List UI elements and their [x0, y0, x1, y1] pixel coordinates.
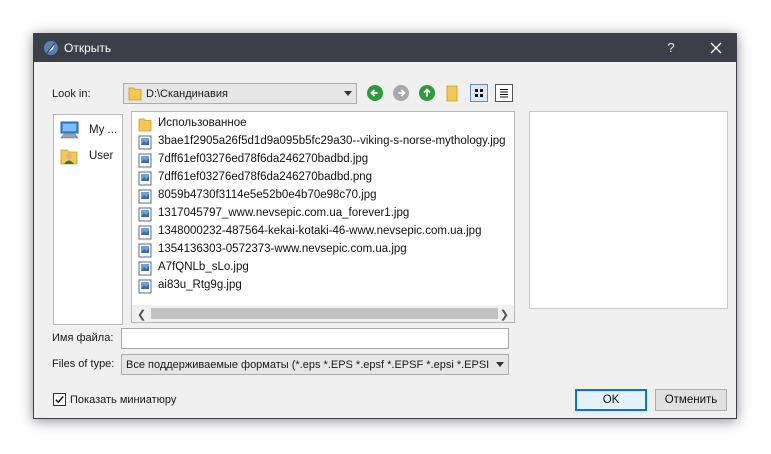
open-file-dialog: Открыть ? Look in: D:\Скандинавия My ...… — [33, 33, 737, 419]
back-arrow-icon — [367, 85, 383, 101]
window-title: Открыть — [64, 41, 112, 55]
filename-label: Имя файла: — [52, 332, 114, 344]
sidebar-item-my-computer[interactable]: My ... — [59, 118, 121, 144]
forward-button[interactable] — [392, 84, 410, 102]
look-in-label: Look in: — [52, 88, 91, 100]
file-name: 1348000232-487564-kekai-kotaki-46-www.ne… — [158, 225, 482, 237]
file-name: 3bae1f2905a26f5d1d9a095b5fc29a30--viking… — [158, 135, 506, 147]
image-file-icon — [138, 152, 152, 168]
sidebar-item-label: My ... — [89, 124, 118, 136]
scroll-left-icon[interactable]: ❮ — [137, 308, 146, 321]
image-file-icon — [138, 224, 152, 240]
help-button[interactable]: ? — [662, 38, 680, 58]
up-arrow-icon — [419, 85, 435, 101]
places-sidebar: My ... User — [53, 114, 123, 325]
filetype-value: Все поддерживаемые форматы (*.eps *.EPS … — [126, 359, 490, 371]
look-in-combo[interactable]: D:\Скандинавия — [123, 83, 357, 104]
folder-icon — [138, 116, 152, 132]
checkmark-icon — [55, 396, 64, 404]
computer-icon — [59, 120, 81, 140]
image-file-icon — [138, 260, 152, 276]
detail-view-button[interactable] — [495, 84, 513, 102]
filetype-select[interactable]: Все поддерживаемые форматы (*.eps *.EPS … — [121, 354, 509, 375]
filename-input[interactable] — [121, 328, 509, 349]
image-file-icon — [138, 134, 152, 150]
app-quill-icon — [43, 40, 59, 56]
filetype-label: Files of type: — [52, 358, 115, 370]
image-file-icon — [138, 242, 152, 258]
grid-view-icon — [475, 89, 483, 97]
file-name: 7dff61ef03276ed78f6da246270badbd.png — [158, 171, 373, 183]
horizontal-scrollbar[interactable]: ❮ ❯ — [132, 305, 514, 322]
file-name: Использованное — [158, 117, 247, 129]
new-folder-icon — [446, 85, 458, 102]
image-file-icon — [138, 278, 152, 294]
forward-arrow-icon — [393, 85, 409, 101]
file-name: 8059b4730f3114e5e52b0e4b70e98c70.jpg — [158, 189, 377, 201]
close-button[interactable] — [706, 38, 726, 58]
new-folder-button[interactable] — [444, 84, 462, 102]
folder-icon — [128, 86, 142, 104]
close-icon — [710, 42, 722, 54]
up-folder-button[interactable] — [418, 84, 436, 102]
image-file-icon — [138, 206, 152, 222]
file-name: 1354136303-0572373-www.nevsepic.com.ua.j… — [158, 243, 407, 255]
chevron-down-icon — [344, 91, 352, 96]
sidebar-item-label: User — [89, 150, 114, 162]
file-name: 7dff61ef03276ed78f6da246270badbd.jpg — [158, 153, 369, 165]
back-button[interactable] — [366, 84, 384, 102]
show-thumbnail-checkbox[interactable] — [53, 393, 66, 406]
file-list[interactable]: Использованное 3bae1f2905a26f5d1d9a095b5… — [131, 111, 515, 323]
cancel-button[interactable]: Отменить — [655, 389, 727, 411]
image-file-icon — [138, 188, 152, 204]
scroll-right-icon[interactable]: ❯ — [500, 308, 509, 321]
chevron-down-icon — [496, 362, 504, 367]
file-name: A7fQNLb_sLo.jpg — [158, 261, 249, 273]
show-thumbnail-label: Показать миниатюру — [70, 394, 177, 406]
image-file-icon — [138, 170, 152, 186]
detail-view-icon — [500, 89, 508, 98]
ok-button[interactable]: OK — [575, 389, 647, 411]
sidebar-item-user[interactable]: User — [59, 144, 121, 170]
preview-pane — [529, 111, 728, 309]
user-folder-icon — [59, 146, 81, 166]
file-name: ai83u_Rtg9g.jpg — [158, 279, 242, 291]
file-name: 1317045797_www.nevsepic.com.ua_forever1.… — [158, 207, 410, 219]
look-in-path: D:\Скандинавия — [146, 88, 228, 100]
title-bar: Открыть ? — [34, 34, 736, 62]
scrollbar-thumb[interactable] — [151, 308, 498, 319]
list-view-button[interactable] — [470, 84, 488, 102]
